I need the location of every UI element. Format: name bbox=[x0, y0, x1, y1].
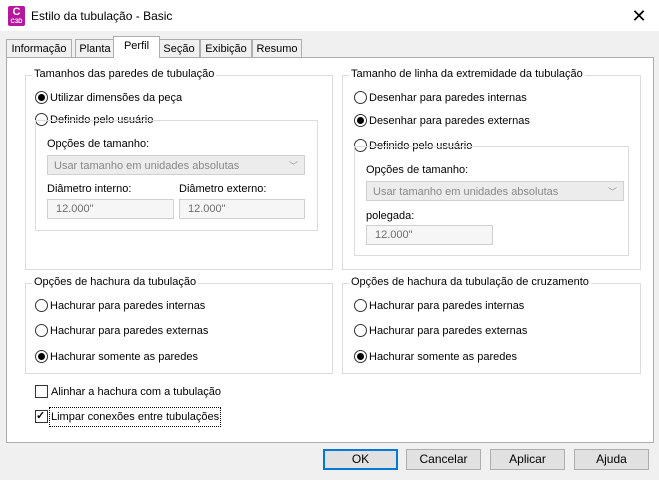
wall-sizes-group: Tamanhos das paredes de tubulação Utiliz… bbox=[25, 68, 333, 270]
outer-diameter-input[interactable]: 12.000" bbox=[179, 199, 305, 219]
radio-button-icon bbox=[35, 91, 48, 104]
radio-button-icon bbox=[35, 299, 48, 312]
group-title: Opções de hachura da tubulação de cruzam… bbox=[349, 276, 591, 288]
tab-informacao[interactable]: Informação bbox=[6, 39, 72, 58]
group-title: Tamanhos das paredes de tubulação bbox=[32, 68, 217, 80]
tab-perfil[interactable]: Perfil bbox=[113, 36, 160, 58]
tab-secao[interactable]: Seção bbox=[158, 39, 200, 58]
user-defined-subgroup: Opções de tamanho: Usar tamanho em unida… bbox=[354, 146, 629, 256]
size-options-select[interactable]: Usar tamanho em unidades absolutas ﹀ bbox=[47, 155, 305, 175]
tab-exibicao[interactable]: Exibição bbox=[200, 39, 252, 58]
chevron-down-icon: ﹀ bbox=[288, 161, 298, 171]
radio-button-icon bbox=[35, 350, 48, 363]
unit-label: polegada: bbox=[366, 210, 415, 222]
checkbox-icon bbox=[35, 385, 48, 398]
radio-button-icon bbox=[354, 114, 367, 127]
size-options-label: Opções de tamanho: bbox=[47, 138, 150, 150]
tab-planta[interactable]: Planta bbox=[75, 39, 115, 58]
group-title: Tamanho de linha da extremidade da tubul… bbox=[349, 68, 585, 80]
tab-panel: Tamanhos das paredes de tubulação Utiliz… bbox=[6, 57, 654, 443]
radio-button-icon bbox=[354, 91, 367, 104]
title-bar: C C3D Estilo da tubulação - Basic ✕ bbox=[0, 0, 659, 31]
crossing-hatch-options-group: Opções de hachura da tubulação de cruzam… bbox=[342, 276, 641, 374]
apply-button[interactable]: Aplicar bbox=[490, 449, 565, 470]
radio-button-icon bbox=[354, 350, 367, 363]
cancel-button[interactable]: Cancelar bbox=[406, 449, 481, 470]
civil3d-app-icon: C C3D bbox=[8, 6, 25, 26]
radio-button-icon bbox=[35, 324, 48, 337]
size-options-select[interactable]: Usar tamanho em unidades absolutas ﹀ bbox=[366, 181, 624, 201]
end-line-size-group: Tamanho de linha da extremidade da tubul… bbox=[342, 68, 641, 270]
tab-resumo[interactable]: Resumo bbox=[252, 39, 302, 58]
radio-button-icon bbox=[354, 324, 367, 337]
radio-button-icon bbox=[354, 299, 367, 312]
inner-diameter-label: Diâmetro interno: bbox=[47, 183, 132, 195]
user-defined-subgroup: Opções de tamanho: Usar tamanho em unida… bbox=[35, 120, 318, 231]
ok-button[interactable]: OK bbox=[323, 449, 398, 470]
hatch-options-group: Opções de hachura da tubulação Hachurar … bbox=[25, 276, 333, 374]
group-title: Opções de hachura da tubulação bbox=[32, 276, 199, 288]
outer-diameter-label: Diâmetro externo: bbox=[179, 183, 267, 195]
size-options-label: Opções de tamanho: bbox=[366, 164, 469, 176]
checkmark-icon bbox=[35, 408, 48, 424]
chevron-down-icon: ﹀ bbox=[607, 187, 617, 197]
inner-diameter-input[interactable]: 12.000" bbox=[47, 199, 174, 219]
unit-value-input[interactable]: 12.000" bbox=[366, 225, 493, 245]
help-button[interactable]: Ajuda bbox=[574, 449, 649, 470]
window-title: Estilo da tubulação - Basic bbox=[31, 9, 173, 23]
close-icon[interactable]: ✕ bbox=[620, 2, 658, 30]
